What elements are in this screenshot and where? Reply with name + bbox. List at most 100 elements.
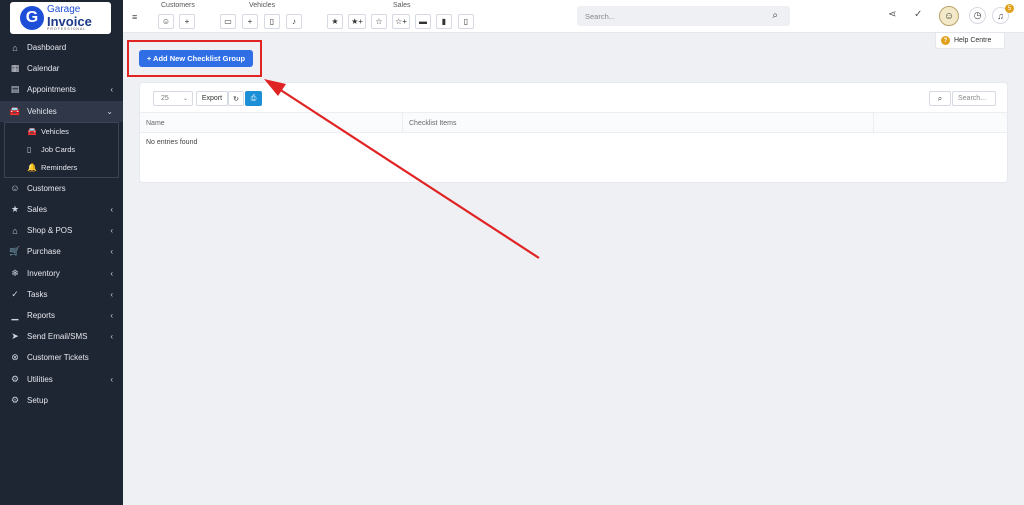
car-icon: 🚘 — [9, 105, 21, 116]
car-icon: 🚘 — [27, 127, 37, 137]
chevron-left-icon: ‹ — [110, 205, 113, 215]
logo-line-3: PROFESSIONAL — [47, 26, 87, 31]
sidebar-item-tasks[interactable]: ✓ Tasks ‹ — [0, 284, 123, 305]
clipboard-icon: ▯ — [269, 17, 275, 26]
column-header-name[interactable]: Name — [140, 113, 403, 133]
chevron-left-icon: ‹ — [110, 226, 113, 236]
avatar[interactable]: ☺ — [939, 6, 959, 26]
submenu-item-job-cards[interactable]: ▯ Job Cards — [5, 141, 118, 159]
add-vehicle-button[interactable]: + — [242, 14, 258, 29]
column-header-checklist-items[interactable]: Checklist Items — [403, 113, 874, 133]
clipboard-icon: ▯ — [27, 145, 32, 155]
sidebar-item-calendar[interactable]: ▦ Calendar — [0, 58, 123, 79]
chevron-left-icon: ‹ — [110, 332, 113, 342]
logo-text: Garage Invoice PROFESSIONAL — [47, 4, 92, 32]
sidebar: G Garage Invoice PROFESSIONAL ⌂ Dashboard… — [0, 0, 123, 505]
sidebar-item-appointments[interactable]: ▤ Appointments ‹ — [0, 79, 123, 100]
sidebar-item-label: Utilities — [27, 374, 53, 384]
plus-icon: + — [184, 17, 190, 26]
add-quote-button[interactable]: ☆+ — [392, 14, 410, 29]
sidebar-item-label: Send Email/SMS — [27, 332, 88, 342]
file-icon: ▯ — [463, 17, 469, 26]
menu-toggle-icon[interactable]: ≡ — [132, 12, 137, 22]
chevron-down-icon: ⌄ — [106, 106, 113, 116]
inventory-icon: ❄ — [11, 267, 19, 278]
sidebar-item-shop-pos[interactable]: ⌂ Shop & POS ‹ — [0, 220, 123, 241]
customers-group-label: Customers — [161, 2, 195, 9]
search-icon[interactable]: ⌕ — [772, 10, 778, 21]
car-icon: ▭ — [224, 17, 232, 26]
sidebar-item-sales[interactable]: ★ Sales ‹ — [0, 199, 123, 220]
sidebar-item-send-email-sms[interactable]: ➤ Send Email/SMS ‹ — [0, 326, 123, 347]
sidebar-item-label: Setup — [27, 395, 48, 405]
job-cards-button[interactable]: ▯ — [264, 14, 280, 29]
invoices-button[interactable]: ▮ — [436, 14, 452, 29]
submenu-item-reminders[interactable]: 🔔 Reminders — [5, 159, 118, 177]
sidebar-item-utilities[interactable]: ⚙ Utilities ‹ — [0, 368, 123, 389]
sidebar-item-label: Customers — [27, 183, 66, 193]
vehicle-list-button[interactable]: ▭ — [220, 14, 236, 29]
page-length-select[interactable]: 25 ⌄ — [153, 91, 193, 106]
logo-line-2: Invoice — [47, 13, 92, 29]
refresh-button[interactable]: ↻ — [228, 91, 244, 106]
star-outline-icon: ☆ — [375, 17, 383, 26]
sidebar-item-customer-tickets[interactable]: ⊗ Customer Tickets — [0, 347, 123, 368]
sidebar-item-vehicles[interactable]: 🚘 Vehicles ⌄ — [0, 100, 123, 122]
gear-icon: ⚙ — [10, 394, 20, 405]
document-icon: ▮ — [441, 17, 447, 26]
payments-button[interactable]: ▬ — [415, 14, 431, 29]
submenu-item-vehicles[interactable]: 🚘 Vehicles — [5, 123, 118, 141]
table-search-input[interactable]: Search... — [952, 91, 996, 106]
sidebar-item-label: Appointments — [27, 85, 76, 95]
top-bar: ≡ Customers ☺ + Vehicles ▭ + ▯ ♪ Sales ★… — [123, 0, 1024, 33]
customer-list-button[interactable]: ☺ — [158, 14, 174, 29]
sidebar-item-label: Calendar — [27, 64, 60, 74]
star-icon: ★ — [10, 204, 20, 215]
help-centre-button[interactable]: ? Help Centre — [935, 33, 1005, 49]
checklist-table-card: 25 ⌄ Export ↻ ⎙ ⌕ Search... Name Checkli… — [139, 82, 1008, 183]
share-icon[interactable]: ⋖ — [888, 9, 896, 20]
export-button[interactable]: Export — [196, 91, 228, 106]
quotes-button[interactable]: ☆ — [371, 14, 387, 29]
sidebar-item-reports[interactable]: ▁ Reports ‹ — [0, 305, 123, 326]
empty-table-message: No entries found — [146, 139, 198, 146]
print-button[interactable]: ⎙ — [245, 91, 262, 106]
submenu-item-label: Vehicles — [41, 127, 69, 137]
sidebar-item-inventory[interactable]: ❄ Inventory ‹ — [0, 263, 123, 284]
chevron-down-icon: ⌄ — [182, 96, 188, 102]
column-header-actions — [874, 113, 1007, 133]
search-icon: ⌕ — [937, 93, 943, 103]
sidebar-item-customers[interactable]: ☺ Customers — [0, 178, 123, 199]
table-search-button[interactable]: ⌕ — [929, 91, 951, 106]
app-logo[interactable]: G Garage Invoice PROFESSIONAL — [10, 2, 111, 34]
global-search-placeholder: Search... — [585, 11, 616, 21]
clock-button[interactable]: ◷ — [969, 7, 986, 24]
plus-icon: + — [247, 17, 253, 26]
bell-icon: ♪ — [292, 17, 296, 26]
calendar-icon: ▦ — [10, 63, 20, 74]
add-sale-button[interactable]: ★+ — [348, 14, 366, 29]
sidebar-item-purchase[interactable]: 🛒 Purchase ‹ — [0, 241, 123, 262]
chevron-left-icon: ‹ — [110, 247, 113, 257]
appointments-icon: ▤ — [10, 84, 20, 95]
chevron-left-icon: ‹ — [110, 289, 113, 299]
help-icon: ? — [941, 36, 950, 45]
checkmark-icon[interactable]: ✓ — [914, 9, 922, 20]
card-icon: ▬ — [419, 17, 427, 26]
submenu-item-label: Job Cards — [41, 145, 76, 155]
sidebar-item-dashboard[interactable]: ⌂ Dashboard — [0, 37, 123, 58]
shop-icon: ⌂ — [12, 225, 18, 236]
user-icon: ☺ — [161, 17, 171, 26]
home-icon: ⌂ — [12, 42, 18, 53]
refresh-icon: ↻ — [233, 95, 239, 103]
receipts-button[interactable]: ▯ — [458, 14, 474, 29]
global-search-input[interactable]: Search... ⌕ — [577, 6, 790, 26]
chevron-left-icon: ‹ — [110, 310, 113, 320]
user-icon: ☺ — [10, 183, 20, 194]
sidebar-item-setup[interactable]: ⚙ Setup — [0, 390, 123, 411]
vehicles-group-label: Vehicles — [249, 2, 276, 9]
reminders-button[interactable]: ♪ — [286, 14, 302, 29]
add-customer-button[interactable]: + — [179, 14, 195, 29]
chevron-left-icon: ‹ — [110, 268, 113, 278]
sales-list-button[interactable]: ★ — [327, 14, 343, 29]
